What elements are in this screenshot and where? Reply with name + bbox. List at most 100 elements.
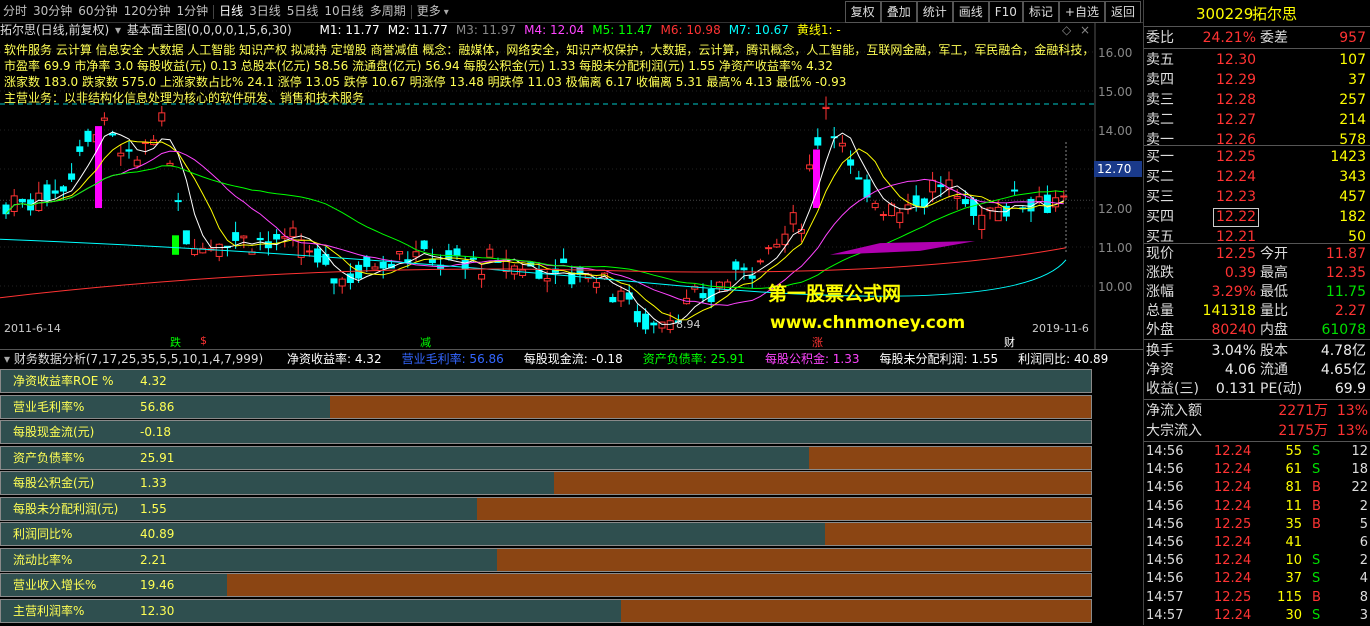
candle-body	[1011, 189, 1019, 192]
sell-volume: 257	[1339, 92, 1366, 108]
stat-value: 0.39	[1224, 265, 1256, 281]
toolbar-button-1[interactable]: 叠加	[880, 1, 917, 23]
stat-label: 最高	[1260, 265, 1288, 281]
toolbar-separator	[213, 4, 215, 19]
toolbar-button-6[interactable]: +自选	[1058, 1, 1105, 23]
period-tab-6[interactable]: 3日线	[246, 0, 284, 22]
tick-row: 14:56 12.24 10 S 2	[1146, 551, 1368, 571]
candle-body	[740, 267, 748, 271]
event-marker[interactable]: 涨	[812, 334, 823, 350]
tick-price: 12.24	[1214, 480, 1252, 496]
sell-price: 12.29	[1216, 72, 1257, 88]
ma-legend-item: M1: 11.77	[319, 23, 380, 37]
candle-body	[100, 117, 108, 121]
finance-bar	[330, 395, 1091, 418]
candle-body	[371, 266, 379, 270]
stat-value: 80240	[1211, 322, 1256, 338]
period-tab-5[interactable]: 日线	[216, 0, 246, 22]
chevron-down-icon[interactable]: ▾	[115, 23, 121, 37]
flow-label: 大宗流入	[1146, 423, 1202, 439]
stock-info-lines: 软件服务 云计算 信息安全 大数据 人工智能 知识产权 拟减持 定增股 商誉减值…	[4, 42, 1094, 106]
stat2-label: 流通	[1260, 362, 1288, 378]
toolbar-button-0[interactable]: 复权	[844, 1, 881, 23]
candle-body	[2, 204, 10, 215]
event-marker[interactable]: 减	[420, 334, 431, 350]
period-tab-3[interactable]: 120分钟	[121, 0, 174, 22]
finance-row-value: 25.91	[140, 450, 175, 465]
ma-legend-item: M4: 12.04	[524, 23, 585, 37]
sell-price: 12.30	[1216, 52, 1257, 68]
period-tab-9[interactable]: 多周期	[367, 0, 409, 22]
candle-body	[756, 260, 764, 263]
stat2-row: 换手 3.04% 股本 4.78亿	[1146, 341, 1368, 361]
candle-body	[182, 230, 190, 245]
toolbar-button-4[interactable]: F10	[988, 1, 1023, 23]
period-tab-8[interactable]: 10日线	[321, 0, 366, 22]
diamond-icon[interactable]: ◇	[1062, 22, 1071, 39]
tick-price: 12.24	[1214, 535, 1252, 550]
candle-body	[765, 247, 773, 250]
finance-row-label: 主营利润率%	[13, 603, 85, 618]
chart-title[interactable]: 拓尔思(日线,前复权)	[0, 23, 109, 37]
event-marker[interactable]: $	[200, 334, 207, 347]
candle-body	[732, 261, 740, 270]
candle-body	[789, 212, 797, 225]
selected-price-box[interactable]	[1213, 208, 1259, 227]
period-tab-0[interactable]: 分时	[0, 0, 30, 22]
tick-time: 14:56	[1146, 480, 1184, 496]
toolbar-button-5[interactable]: 标记	[1022, 1, 1059, 23]
ma-legend-item: 黄线1: -	[796, 23, 841, 37]
tick-price: 12.24	[1214, 553, 1252, 569]
ma-legend-item: M3: 11.97	[455, 23, 517, 37]
candle-body	[609, 296, 617, 303]
toolbar-button-3[interactable]: 画线	[952, 1, 989, 23]
toolbar-button-2[interactable]: 统计	[916, 1, 953, 23]
event-marker[interactable]: 跌	[170, 334, 181, 350]
tick-side: B	[1312, 589, 1321, 605]
candle-body	[273, 234, 281, 240]
stat-value: 61078	[1321, 322, 1366, 338]
tick-time: 14:56	[1146, 535, 1184, 550]
period-tab-10[interactable]: 更多	[414, 0, 444, 22]
main-business-line: 主营业务：以非结构化信息处理为核心的软件研发、销售和技术服务	[4, 91, 365, 105]
divider	[1144, 339, 1370, 340]
chevron-down-icon[interactable]: ▾	[4, 352, 10, 366]
finance-row: 净资收益率ROE % 4.32	[0, 369, 1092, 393]
toolbar-button-7[interactable]: 返回	[1104, 1, 1141, 23]
candle-body	[125, 149, 133, 152]
finance-row: 流动比率% 2.21	[0, 547, 1092, 572]
finance-row: 资产负债率% 25.91	[0, 445, 1092, 470]
tick-side: B	[1312, 498, 1321, 514]
moving-average-line	[5, 150, 1064, 306]
tick-side: S	[1312, 571, 1321, 587]
period-tab-4[interactable]: 1分钟	[173, 0, 211, 22]
stat-value: 141318	[1202, 303, 1256, 319]
flow-amount: 2175万	[1278, 423, 1328, 439]
finance-bar	[553, 472, 1091, 494]
sell-price: 12.27	[1216, 112, 1257, 128]
candle-body	[289, 227, 297, 238]
main-indicator-label[interactable]: 基本面主图(0,0,0,0,1,5,6,30)	[127, 23, 292, 37]
weibi-value: 24.21%	[1202, 30, 1256, 46]
finance-row-value: -0.18	[140, 425, 172, 439]
tick-row: 14:56 12.25 35 B 5	[1146, 515, 1368, 535]
finance-header-item: 资产负债率: 25.91	[642, 352, 745, 366]
period-tab-2[interactable]: 60分钟	[75, 0, 120, 22]
sell-level-label: 卖四	[1146, 72, 1174, 88]
chevron-down-icon[interactable]: ▾	[444, 7, 449, 18]
tick-volume: 115	[1277, 589, 1302, 605]
close-icon[interactable]: ×	[1080, 22, 1090, 39]
period-tab-7[interactable]: 5日线	[284, 0, 322, 22]
finance-indicator-title[interactable]: 财务数据分析(7,17,25,35,5,5,10,1,4,7,999)	[14, 352, 263, 366]
finance-row-label: 每股未分配利润(元)	[13, 501, 119, 516]
tick-time: 14:56	[1146, 444, 1184, 459]
candle-body	[822, 106, 830, 110]
stock-code: 300229	[1196, 5, 1254, 23]
candle-body	[59, 186, 67, 192]
candle-body	[592, 282, 600, 288]
candle-body	[84, 130, 92, 142]
candle-body	[871, 202, 879, 209]
candle-body	[240, 235, 248, 239]
period-tab-1[interactable]: 30分钟	[30, 0, 75, 22]
event-marker[interactable]: 财	[1004, 334, 1015, 350]
